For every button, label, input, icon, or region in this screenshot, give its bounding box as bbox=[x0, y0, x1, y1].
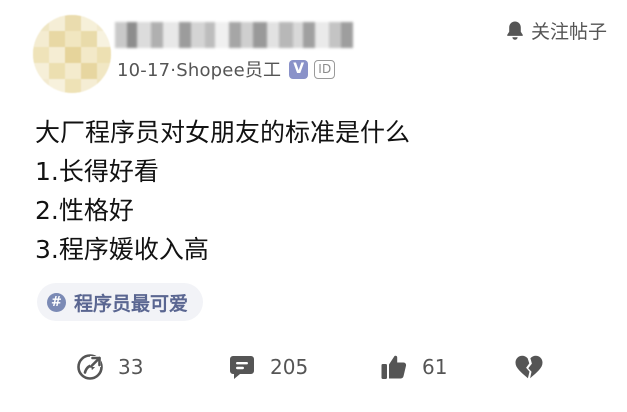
follow-post-button[interactable]: 关注帖子 bbox=[505, 17, 607, 44]
verified-badge: V bbox=[289, 59, 309, 79]
topic-tag-label: 程序员最可爱 bbox=[74, 292, 189, 315]
follow-post-label: 关注帖子 bbox=[530, 21, 607, 43]
comment-button[interactable]: 205 bbox=[228, 347, 308, 387]
post-line: 3.程序媛收入高 bbox=[35, 235, 209, 264]
like-button[interactable]: 61 bbox=[380, 347, 447, 387]
username-redacted[interactable] bbox=[115, 22, 353, 48]
comment-count: 205 bbox=[270, 355, 309, 379]
share-icon bbox=[76, 353, 104, 381]
post-title: 大厂程序员对女朋友的标准是什么 bbox=[35, 118, 411, 147]
topic-tag[interactable]: # 程序员最可爱 bbox=[37, 283, 204, 321]
avatar[interactable] bbox=[33, 15, 111, 93]
post-line: 1.长得好看 bbox=[35, 157, 159, 186]
meta-text: 10-17·Shopee员工 bbox=[117, 60, 282, 81]
action-bar: 33 205 61 bbox=[0, 347, 627, 387]
hashtag-icon: # bbox=[47, 292, 66, 312]
post-line: 2.性格好 bbox=[35, 196, 134, 225]
thumbs-up-icon bbox=[380, 353, 408, 381]
broken-heart-icon bbox=[514, 353, 544, 381]
share-count: 33 bbox=[118, 355, 144, 379]
post-card: 10-17·Shopee员工 V ID 关注帖子 大厂程序员对女朋友的标准是什么… bbox=[0, 0, 627, 412]
bell-icon bbox=[505, 20, 525, 41]
like-count: 61 bbox=[422, 355, 448, 379]
share-button[interactable]: 33 bbox=[76, 347, 143, 387]
post-meta: 10-17·Shopee员工 V ID bbox=[117, 56, 336, 82]
dislike-button[interactable] bbox=[514, 347, 544, 387]
post-content: 大厂程序员对女朋友的标准是什么 1.长得好看 2.性格好 3.程序媛收入高 bbox=[35, 113, 595, 269]
id-badge: ID bbox=[314, 59, 336, 79]
comment-icon bbox=[228, 353, 256, 381]
